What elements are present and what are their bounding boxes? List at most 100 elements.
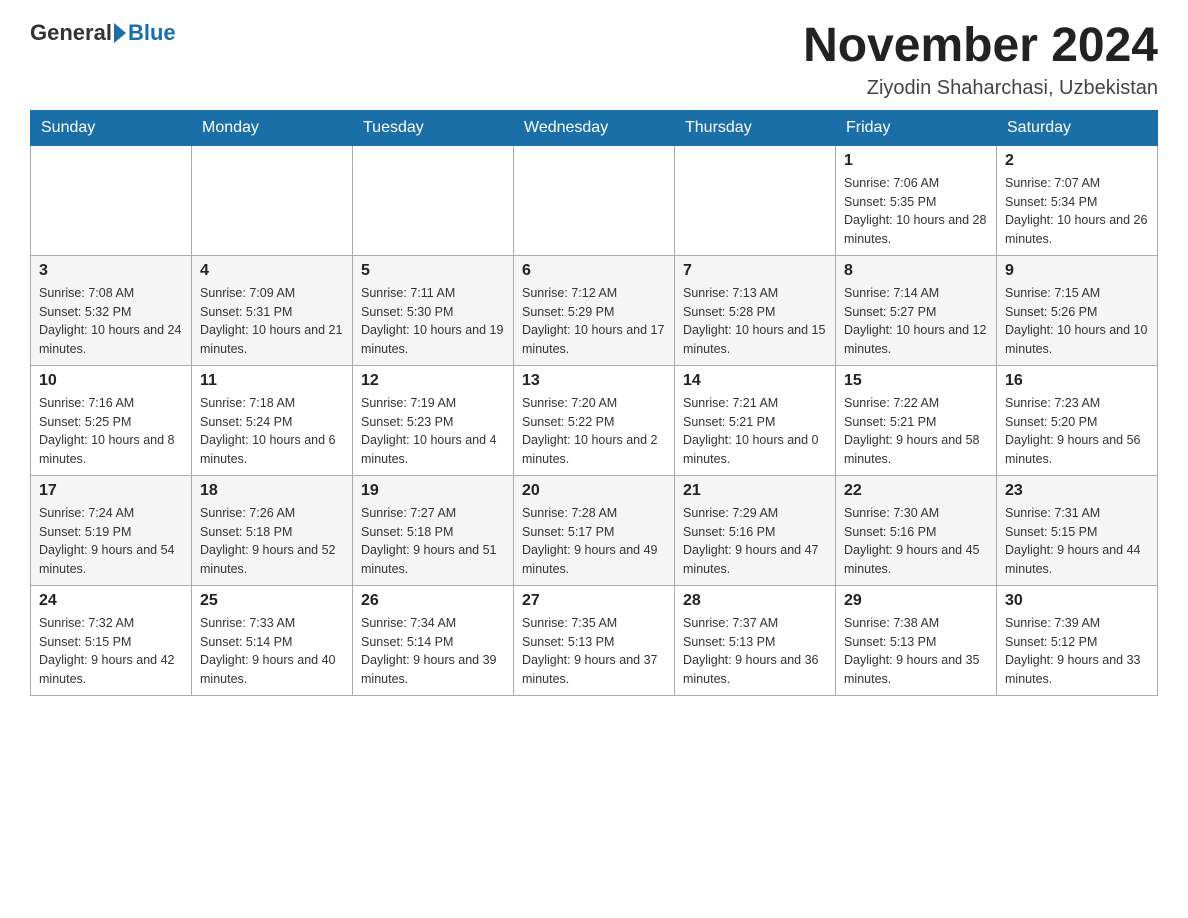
calendar-cell: 23 Sunrise: 7:31 AM Sunset: 5:15 PM Dayli… [997,475,1158,585]
day-info: Sunrise: 7:23 AM Sunset: 5:20 PM Dayligh… [1005,394,1149,469]
calendar-cell: 13Sunrise: 7:20 AM Sunset: 5:22 PM Dayli… [514,365,675,475]
day-number: 16 [1005,372,1149,390]
day-number: 25 [200,592,344,610]
week-row-1: 1 Sunrise: 7:06 AM Sunset: 5:35 PM Daylig… [31,145,1158,255]
day-info: Sunrise: 7:28 AM Sunset: 5:17 PM Dayligh… [522,504,666,579]
day-info: Sunrise: 7:29 AM Sunset: 5:16 PM Dayligh… [683,504,827,579]
day-header-wednesday: Wednesday [514,110,675,145]
day-number: 6 [522,262,666,280]
day-info: Sunrise: 7:18 AM Sunset: 5:24 PM Dayligh… [200,394,344,469]
day-number: 20 [522,482,666,500]
day-number: 9 [1005,262,1149,280]
calendar-cell: 12 Sunrise: 7:19 AM Sunset: 5:23 PM Dayli… [353,365,514,475]
day-info: Sunrise: 7:06 AM Sunset: 5:35 PM Dayligh… [844,174,988,249]
day-header-sunday: Sunday [31,110,192,145]
calendar-cell: 1 Sunrise: 7:06 AM Sunset: 5:35 PM Daylig… [836,145,997,255]
day-info: Sunrise: 7:21 AM Sunset: 5:21 PM Dayligh… [683,394,827,469]
day-number: 30 [1005,592,1149,610]
calendar-cell: 2Sunrise: 7:07 AM Sunset: 5:34 PM Daylig… [997,145,1158,255]
day-header-row: SundayMondayTuesdayWednesdayThursdayFrid… [31,110,1158,145]
calendar-cell: 22 Sunrise: 7:30 AM Sunset: 5:16 PM Dayli… [836,475,997,585]
day-number: 14 [683,372,827,390]
day-number: 1 [844,152,988,170]
day-info: Sunrise: 7:34 AM Sunset: 5:14 PM Dayligh… [361,614,505,689]
day-info: Sunrise: 7:14 AM Sunset: 5:27 PM Dayligh… [844,284,988,359]
week-row-4: 17 Sunrise: 7:24 AM Sunset: 5:19 PM Dayli… [31,475,1158,585]
day-number: 7 [683,262,827,280]
day-number: 13 [522,372,666,390]
calendar-cell: 15Sunrise: 7:22 AM Sunset: 5:21 PM Dayli… [836,365,997,475]
day-info: Sunrise: 7:26 AM Sunset: 5:18 PM Dayligh… [200,504,344,579]
day-header-thursday: Thursday [675,110,836,145]
day-number: 18 [200,482,344,500]
day-header-friday: Friday [836,110,997,145]
header: General Blue November 2024 Ziyodin Shaha… [30,20,1158,100]
day-info: Sunrise: 7:38 AM Sunset: 5:13 PM Dayligh… [844,614,988,689]
day-info: Sunrise: 7:35 AM Sunset: 5:13 PM Dayligh… [522,614,666,689]
logo-general: General [30,20,112,46]
day-info: Sunrise: 7:12 AM Sunset: 5:29 PM Dayligh… [522,284,666,359]
day-number: 15 [844,372,988,390]
day-header-tuesday: Tuesday [353,110,514,145]
day-info: Sunrise: 7:11 AM Sunset: 5:30 PM Dayligh… [361,284,505,359]
day-number: 11 [200,372,344,390]
day-info: Sunrise: 7:39 AM Sunset: 5:12 PM Dayligh… [1005,614,1149,689]
day-number: 28 [683,592,827,610]
calendar-cell: 27 Sunrise: 7:35 AM Sunset: 5:13 PM Dayli… [514,585,675,695]
calendar-cell: 7 Sunrise: 7:13 AM Sunset: 5:28 PM Daylig… [675,255,836,365]
calendar-cell: 14 Sunrise: 7:21 AM Sunset: 5:21 PM Dayli… [675,365,836,475]
calendar-cell [31,145,192,255]
day-number: 4 [200,262,344,280]
calendar-cell: 6 Sunrise: 7:12 AM Sunset: 5:29 PM Daylig… [514,255,675,365]
day-info: Sunrise: 7:24 AM Sunset: 5:19 PM Dayligh… [39,504,183,579]
day-info: Sunrise: 7:31 AM Sunset: 5:15 PM Dayligh… [1005,504,1149,579]
day-number: 19 [361,482,505,500]
day-info: Sunrise: 7:16 AM Sunset: 5:25 PM Dayligh… [39,394,183,469]
day-number: 29 [844,592,988,610]
logo-arrow-icon [114,23,126,43]
calendar-cell: 20 Sunrise: 7:28 AM Sunset: 5:17 PM Dayli… [514,475,675,585]
calendar-cell: 19 Sunrise: 7:27 AM Sunset: 5:18 PM Dayli… [353,475,514,585]
calendar-cell: 17 Sunrise: 7:24 AM Sunset: 5:19 PM Dayli… [31,475,192,585]
calendar-cell: 3Sunrise: 7:08 AM Sunset: 5:32 PM Daylig… [31,255,192,365]
calendar-cell: 11 Sunrise: 7:18 AM Sunset: 5:24 PM Dayli… [192,365,353,475]
day-number: 22 [844,482,988,500]
day-number: 2 [1005,152,1149,170]
day-info: Sunrise: 7:33 AM Sunset: 5:14 PM Dayligh… [200,614,344,689]
day-info: Sunrise: 7:08 AM Sunset: 5:32 PM Dayligh… [39,284,183,359]
week-row-3: 10 Sunrise: 7:16 AM Sunset: 5:25 PM Dayli… [31,365,1158,475]
title-area: November 2024 Ziyodin Shaharchasi, Uzbek… [803,20,1158,100]
day-number: 26 [361,592,505,610]
calendar-cell: 24Sunrise: 7:32 AM Sunset: 5:15 PM Dayli… [31,585,192,695]
calendar-cell: 16 Sunrise: 7:23 AM Sunset: 5:20 PM Dayli… [997,365,1158,475]
month-title: November 2024 [803,20,1158,73]
day-info: Sunrise: 7:13 AM Sunset: 5:28 PM Dayligh… [683,284,827,359]
day-info: Sunrise: 7:27 AM Sunset: 5:18 PM Dayligh… [361,504,505,579]
calendar-cell: 25 Sunrise: 7:33 AM Sunset: 5:14 PM Dayli… [192,585,353,695]
calendar-cell: 29 Sunrise: 7:38 AM Sunset: 5:13 PM Dayli… [836,585,997,695]
location-title: Ziyodin Shaharchasi, Uzbekistan [803,77,1158,100]
day-number: 24 [39,592,183,610]
calendar-cell [192,145,353,255]
day-number: 10 [39,372,183,390]
calendar-cell: 26 Sunrise: 7:34 AM Sunset: 5:14 PM Dayli… [353,585,514,695]
calendar-cell: 5 Sunrise: 7:11 AM Sunset: 5:30 PM Daylig… [353,255,514,365]
day-info: Sunrise: 7:30 AM Sunset: 5:16 PM Dayligh… [844,504,988,579]
day-number: 21 [683,482,827,500]
calendar-cell: 28 Sunrise: 7:37 AM Sunset: 5:13 PM Dayli… [675,585,836,695]
week-row-2: 3Sunrise: 7:08 AM Sunset: 5:32 PM Daylig… [31,255,1158,365]
day-info: Sunrise: 7:19 AM Sunset: 5:23 PM Dayligh… [361,394,505,469]
day-number: 12 [361,372,505,390]
day-info: Sunrise: 7:37 AM Sunset: 5:13 PM Dayligh… [683,614,827,689]
calendar-cell: 9Sunrise: 7:15 AM Sunset: 5:26 PM Daylig… [997,255,1158,365]
calendar-cell [675,145,836,255]
calendar-cell: 10 Sunrise: 7:16 AM Sunset: 5:25 PM Dayli… [31,365,192,475]
day-number: 27 [522,592,666,610]
day-header-saturday: Saturday [997,110,1158,145]
day-number: 5 [361,262,505,280]
day-number: 17 [39,482,183,500]
calendar-cell: 4Sunrise: 7:09 AM Sunset: 5:31 PM Daylig… [192,255,353,365]
calendar-cell: 21 Sunrise: 7:29 AM Sunset: 5:16 PM Dayli… [675,475,836,585]
day-number: 23 [1005,482,1149,500]
calendar-table: SundayMondayTuesdayWednesdayThursdayFrid… [30,110,1158,696]
